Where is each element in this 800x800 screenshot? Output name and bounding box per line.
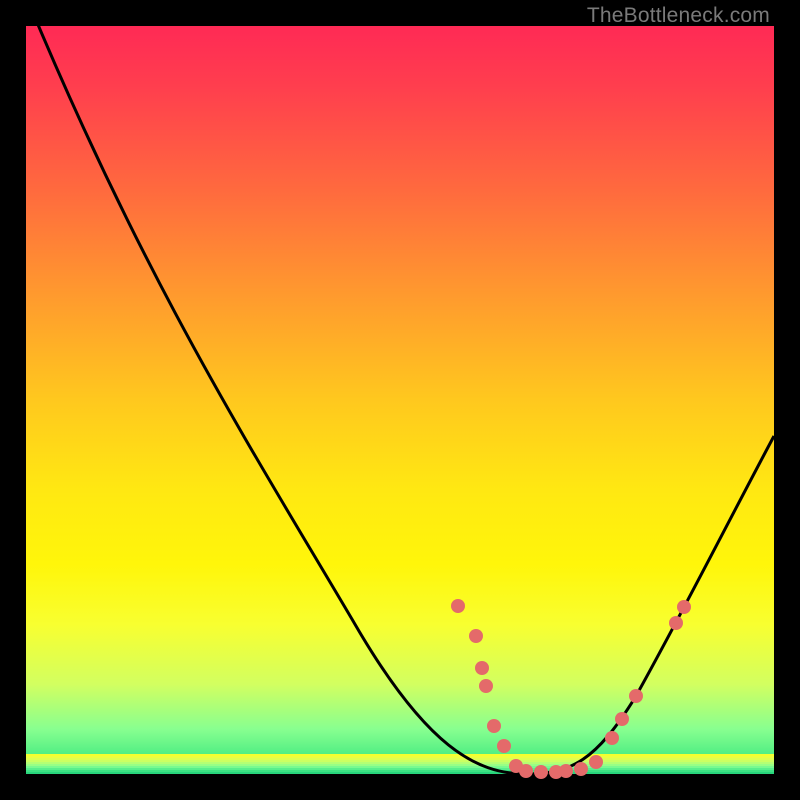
data-point: [487, 719, 501, 733]
data-point: [605, 731, 619, 745]
data-point: [451, 599, 465, 613]
data-point: [669, 616, 683, 630]
bottleneck-curve: [26, 0, 774, 774]
data-point: [677, 600, 691, 614]
data-point: [574, 762, 588, 776]
data-point: [479, 679, 493, 693]
data-points: [451, 599, 691, 779]
data-point: [534, 765, 548, 779]
chart-area: [26, 26, 774, 774]
data-point: [469, 629, 483, 643]
data-point: [475, 661, 489, 675]
data-point: [497, 739, 511, 753]
data-point: [559, 764, 573, 778]
data-point: [589, 755, 603, 769]
curve-layer: [26, 26, 774, 774]
data-point: [615, 712, 629, 726]
data-point: [519, 764, 533, 778]
data-point: [629, 689, 643, 703]
watermark-text: TheBottleneck.com: [587, 4, 770, 28]
